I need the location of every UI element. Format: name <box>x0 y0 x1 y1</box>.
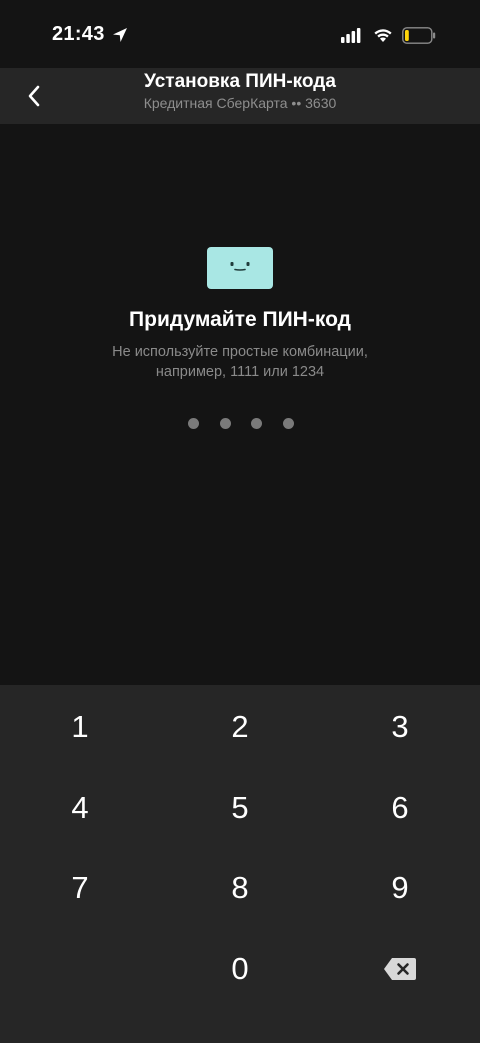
card-subtitle: Кредитная СберКарта •• 3630 <box>143 95 337 111</box>
key-1[interactable]: 1 <box>0 687 160 767</box>
pin-indicator <box>188 418 294 430</box>
battery-low-icon <box>402 27 436 44</box>
key-9[interactable]: 9 <box>320 848 480 928</box>
key-3[interactable]: 3 <box>320 687 480 767</box>
location-arrow-icon <box>113 28 127 42</box>
pin-dot <box>188 418 199 429</box>
status-time: 21:43 <box>52 23 105 45</box>
delete-key[interactable] <box>320 929 480 1009</box>
pin-hint: Не используйте простые комбинации, напри… <box>112 344 368 380</box>
pin-title: Придумайте ПИН-код <box>129 308 351 331</box>
page-title: Установка ПИН-кода <box>144 71 336 92</box>
wifi-icon <box>374 29 392 42</box>
pin-dot <box>251 418 263 429</box>
key-6[interactable]: 6 <box>320 768 480 848</box>
card-face-icon <box>207 247 273 289</box>
key-4[interactable]: 4 <box>0 768 160 848</box>
header: Установка ПИН-кода Кредитная СберКарта •… <box>0 68 480 124</box>
key-5[interactable]: 5 <box>160 768 320 848</box>
key-8[interactable]: 8 <box>160 848 320 928</box>
key-7[interactable]: 7 <box>0 848 160 928</box>
pin-dot <box>219 418 231 429</box>
key-2[interactable]: 2 <box>160 687 320 767</box>
key-0[interactable]: 0 <box>160 929 320 1009</box>
status-bar: 21:43 <box>0 0 480 68</box>
pin-dot <box>282 418 294 429</box>
backspace-icon <box>384 958 416 980</box>
cellular-signal-icon <box>341 28 361 43</box>
numeric-keypad: 1 2 3 4 5 6 7 8 9 0 <box>0 685 480 1043</box>
